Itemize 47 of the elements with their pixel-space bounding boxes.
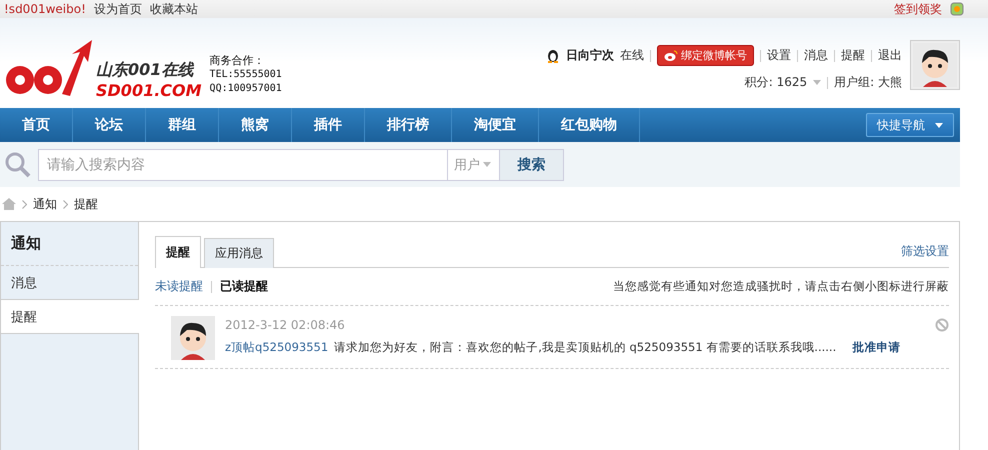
top-link[interactable]: 设为首页 [94,0,142,18]
notice-text: 请求加您为好友，附言：喜欢您的帖子,我是卖顶贴机的 q525093551 有需要的话联系我哦...... [334,340,836,355]
bind-weibo-button[interactable]: 绑定微博帐号 [657,45,754,66]
filter-tab[interactable]: 已读提醒 [220,278,268,295]
sidebar-item[interactable]: 提醒 [1,300,139,334]
user-link[interactable]: 退出 [878,47,902,64]
sidebar-title: 通知 [1,222,138,266]
user-avatar [171,316,215,360]
notice-time: 2012-3-12 02:08:46 [225,318,345,332]
contact-line: QQ:100957001 [210,82,282,96]
block-icon[interactable] [935,318,949,332]
weibo-icon [664,50,678,62]
user-name[interactable]: 日向宁次 [566,47,614,64]
user-link[interactable]: z顶帖q525093551 [225,340,328,355]
search-icon [4,150,32,178]
logo-domain: SD001.COM [96,81,202,100]
user-link[interactable]: 设置 [767,47,791,64]
contact-title: 商务合作： [210,54,266,68]
tab[interactable]: 应用消息 [204,238,274,268]
gift-icon[interactable] [950,2,964,16]
checkin-link[interactable]: 签到领奖 [894,0,942,18]
site-link[interactable]: !sd001weibo! [4,2,86,16]
hint-text: 当您感觉有些通知对您造成骚扰时，请点击右侧小图标进行屏蔽 [613,279,949,294]
home-icon[interactable] [2,198,16,210]
logo-name: 山东001在线 [96,60,196,81]
search-button[interactable]: 搜索 [500,148,564,180]
search-field[interactable]: 请输入搜索内容 [38,148,448,180]
user-link[interactable]: 消息 [804,47,828,64]
approve-link[interactable]: 批准申请 [852,340,900,355]
chevron-icon [22,200,27,208]
tab[interactable]: 提醒 [155,236,201,268]
breadcrumb-link[interactable]: 通知 [33,196,57,212]
avatar[interactable] [910,40,960,90]
top-link[interactable]: 收藏本站 [150,0,198,18]
quick-nav-button[interactable]: 快捷导航 [866,113,954,137]
user-link[interactable]: 提醒 [841,47,865,64]
online-status: 在线 [620,47,644,64]
filter-tab[interactable]: 未读提醒 [155,278,203,295]
points-dropdown[interactable]: 积分: 1625 [744,74,808,91]
chevron-icon [63,200,68,208]
caret-icon [935,122,943,128]
caret-icon[interactable] [813,80,822,85]
contact-line: TEL:55555001 [210,68,282,82]
caret-icon [483,162,491,167]
user-group: 用户组: 大熊 [834,74,902,91]
filter-settings-link[interactable]: 筛选设置 [901,243,949,260]
breadcrumb-link[interactable]: 提醒 [74,196,98,212]
